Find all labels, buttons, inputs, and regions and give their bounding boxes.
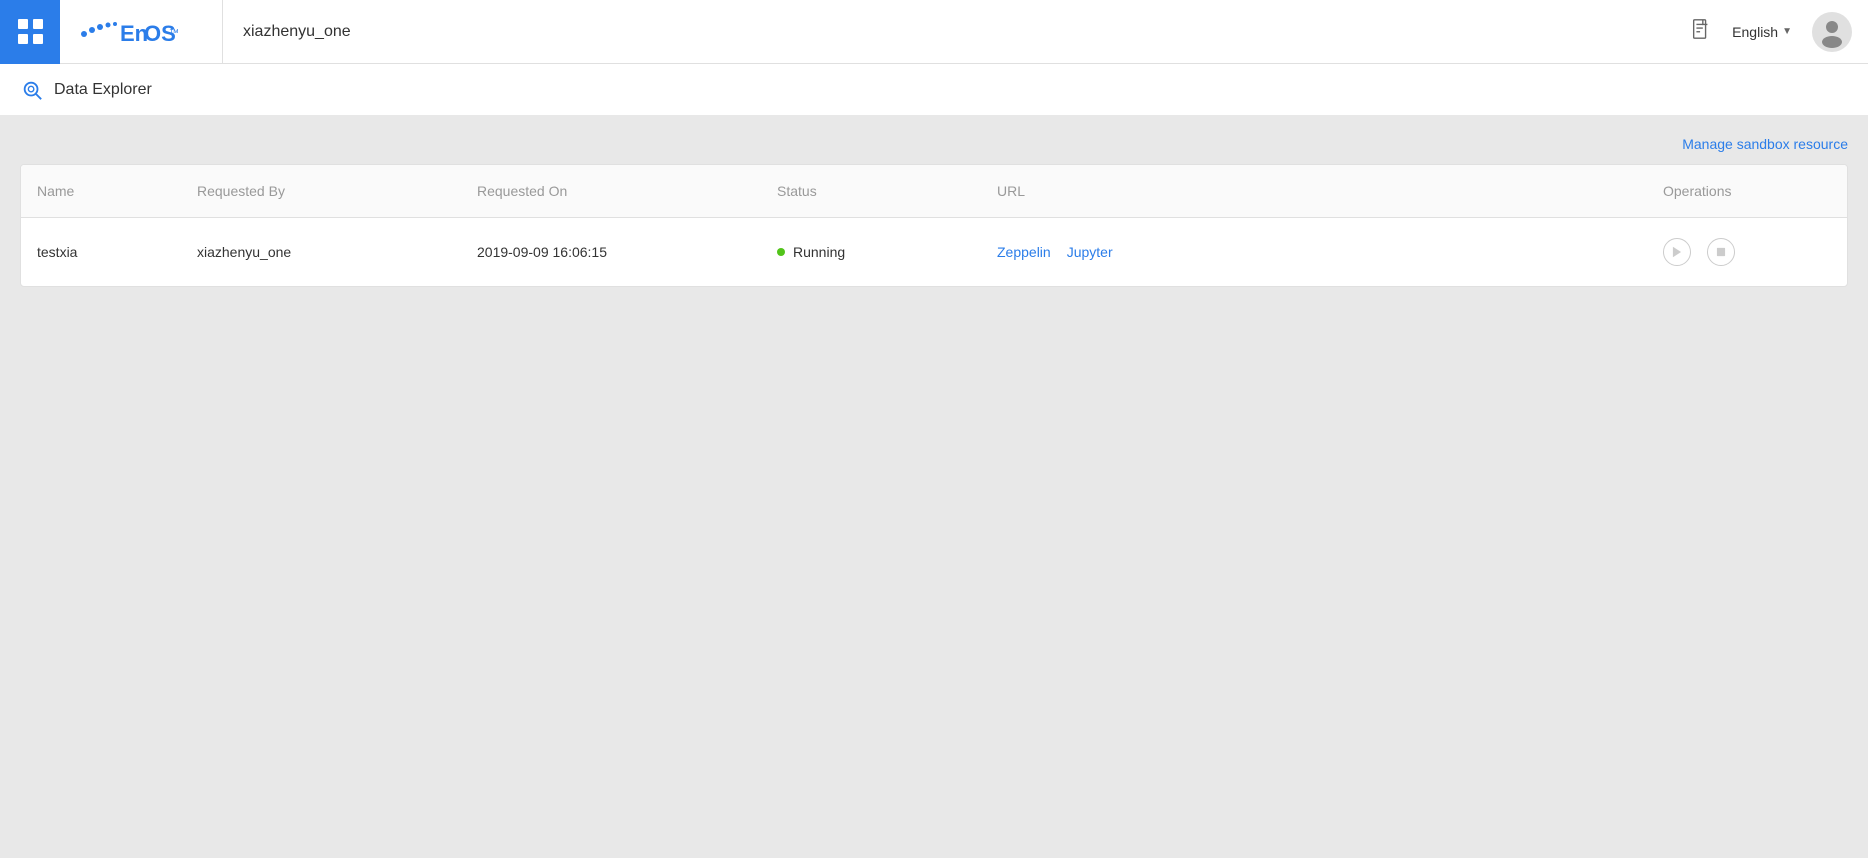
start-button[interactable] <box>1663 238 1691 266</box>
col-header-status: Status <box>761 165 981 217</box>
workspace-name: xiazhenyu_one <box>223 23 371 41</box>
zeppelin-link[interactable]: Zeppelin <box>997 244 1051 260</box>
manage-link-row: Manage sandbox resource <box>20 136 1848 152</box>
user-avatar[interactable] <box>1812 12 1852 52</box>
cell-status: Running <box>761 224 981 280</box>
sub-header: Data Explorer <box>0 64 1868 116</box>
col-header-requested-on: Requested On <box>461 165 761 217</box>
table-header: Name Requested By Requested On Status UR… <box>21 165 1847 218</box>
col-header-requested-by: Requested By <box>181 165 461 217</box>
cell-url: Zeppelin Jupyter <box>981 224 1647 280</box>
logo-area: En OS ™ <box>60 0 223 64</box>
manage-sandbox-link[interactable]: Manage sandbox resource <box>1682 136 1848 152</box>
cell-requested-on: 2019-09-09 16:06:15 <box>461 224 761 280</box>
top-navigation: En OS ™ xiazhenyu_one English ▼ <box>0 0 1868 64</box>
page-title: Data Explorer <box>54 81 152 99</box>
avatar-person-icon <box>1816 16 1848 48</box>
apps-menu-button[interactable] <box>0 0 60 64</box>
language-selector[interactable]: English ▼ <box>1732 24 1792 40</box>
status-text: Running <box>793 244 845 260</box>
main-content: Manage sandbox resource Name Requested B… <box>0 116 1868 858</box>
col-header-name: Name <box>21 165 181 217</box>
cell-name: testxia <box>21 224 181 280</box>
cell-operations <box>1647 218 1847 286</box>
apps-grid-icon <box>18 19 43 44</box>
data-explorer-icon <box>20 78 44 102</box>
svg-text:™: ™ <box>169 28 179 39</box>
cell-requested-by: xiazhenyu_one <box>181 224 461 280</box>
data-table: Name Requested By Requested On Status UR… <box>20 164 1848 287</box>
jupyter-link[interactable]: Jupyter <box>1067 244 1113 260</box>
status-dot-running <box>777 248 785 256</box>
col-header-url: URL <box>981 165 1647 217</box>
documentation-icon[interactable] <box>1690 18 1712 46</box>
language-label: English <box>1732 24 1778 40</box>
stop-button[interactable] <box>1707 238 1735 266</box>
table-row: testxia xiazhenyu_one 2019-09-09 16:06:1… <box>21 218 1847 286</box>
enos-logo: En OS ™ <box>76 14 206 50</box>
col-header-operations: Operations <box>1647 165 1847 217</box>
chevron-down-icon: ▼ <box>1782 26 1792 37</box>
